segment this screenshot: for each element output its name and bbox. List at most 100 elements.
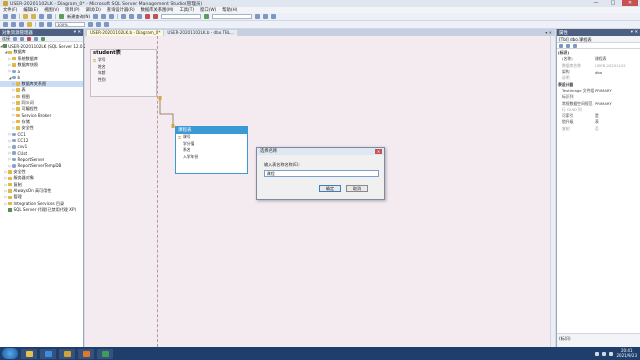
property-object-selector[interactable]: [Tbl] dbo.课程表 — [557, 36, 640, 43]
folder-icon — [16, 107, 20, 111]
pin-icon[interactable]: ▾ ✕ — [74, 30, 81, 35]
close-tab-icon[interactable]: ▾ ✕ — [545, 30, 552, 35]
property-row[interactable]: 架构 dbo — [557, 69, 640, 75]
property-row[interactable]: 常规数据空间规范 PRIMARY — [557, 100, 640, 107]
undo-icon[interactable] — [145, 14, 151, 19]
object-explorer-header: 对象资源管理器 ▾ ✕ — [0, 29, 83, 36]
new-file-icon[interactable] — [23, 14, 28, 19]
redo-icon[interactable] — [153, 14, 159, 19]
folder-icon — [8, 50, 12, 55]
disconnect-icon[interactable] — [20, 36, 24, 41]
paste-icon[interactable] — [137, 14, 143, 19]
new-table-icon[interactable] — [3, 22, 8, 27]
table-name-input[interactable]: 课程 — [264, 170, 379, 177]
dialog-title-bar: 选择名称 ✕ — [257, 148, 384, 155]
primary-key-icon[interactable] — [27, 22, 32, 27]
filter-icon[interactable] — [34, 36, 38, 41]
start-debug-icon[interactable] — [204, 14, 210, 19]
relationship-labels-icon[interactable] — [104, 22, 109, 27]
mdx-query-icon[interactable] — [109, 14, 115, 19]
taskbar-app-explorer[interactable] — [21, 348, 37, 359]
toolbox-icon[interactable] — [271, 14, 277, 19]
folder-icon — [16, 119, 20, 124]
relationship-connector[interactable] — [155, 96, 185, 130]
vertical-scrollbar[interactable] — [550, 36, 555, 347]
property-row[interactable]: 复制否 — [557, 126, 640, 132]
page-breaks-icon[interactable] — [96, 22, 101, 27]
standard-toolbar: 新建查询(N) — [0, 13, 640, 21]
student-table-box[interactable]: student表 ⚿ 学号 姓名 年龄 性别 — [90, 49, 157, 97]
flag-icon[interactable] — [609, 351, 614, 356]
windows-taskbar: 20:41 2021/9/23 — [0, 347, 640, 360]
ok-button[interactable]: 确定 — [319, 185, 341, 192]
open-folder-icon[interactable] — [31, 14, 36, 19]
save-icon[interactable] — [39, 14, 44, 19]
folder-icon — [25, 350, 33, 357]
refresh-icon[interactable] — [41, 36, 45, 41]
tree-node-sql-agent[interactable]: SQL Server 代理(已禁用代理 XP) — [0, 207, 83, 213]
arrange-tables-icon[interactable] — [88, 22, 93, 27]
stop-icon[interactable] — [27, 36, 31, 41]
folder-icon — [12, 56, 16, 61]
property-pages-icon[interactable] — [573, 43, 577, 48]
folder-icon — [8, 176, 12, 181]
connect-icon[interactable] — [13, 36, 17, 41]
property-row[interactable]: 可索引是 — [557, 113, 640, 119]
taskbar-app-ssms[interactable] — [59, 348, 75, 359]
ssms-app-icon — [63, 350, 71, 357]
db-query-icon[interactable] — [93, 14, 99, 19]
diagram-toolbar: 100% — [0, 21, 640, 29]
table-column-row[interactable]: 性别 — [91, 77, 156, 84]
taskbar-app-media[interactable] — [78, 348, 94, 359]
text-annotation-icon[interactable] — [39, 22, 44, 27]
cut-icon[interactable] — [121, 14, 127, 19]
search-combo[interactable] — [212, 14, 253, 19]
copy-icon[interactable] — [129, 14, 135, 19]
taskbar-app-video[interactable] — [97, 348, 113, 359]
taskbar-app-ie[interactable] — [40, 348, 56, 359]
table-view-icon[interactable] — [47, 22, 52, 27]
save-all-icon[interactable] — [47, 14, 52, 19]
folder-icon — [16, 94, 20, 99]
properties-window-icon[interactable] — [263, 14, 269, 19]
solution-config-combo[interactable] — [161, 14, 202, 19]
close-button[interactable]: ✕ — [622, 0, 638, 6]
maximize-button[interactable]: □ — [605, 0, 621, 6]
categorized-icon[interactable] — [559, 43, 563, 48]
tree-node-server[interactable]: ◢ USER-20201102LK (SQL Server 12.0.2 — [0, 43, 86, 49]
database-icon — [12, 138, 16, 143]
new-query-button[interactable]: 新建查询(N) — [67, 14, 90, 20]
add-table-icon[interactable] — [11, 22, 16, 27]
ssms-app-icon — [3, 1, 8, 6]
forward-icon[interactable] — [11, 14, 16, 19]
new-table-box[interactable]: 课程表 ⚿ 课号 学分值 系名 入学年份 — [175, 126, 248, 174]
add-related-tables-icon[interactable] — [19, 22, 24, 27]
property-row[interactable]: 数据库名称 USER-20201102 — [557, 63, 640, 69]
properties-header: 属性 ▾ ✕ — [557, 29, 640, 36]
window-title: USER-20201102LK - Diagram_0* - Microsoft… — [10, 1, 203, 7]
folder-icon — [16, 88, 20, 92]
find-icon[interactable] — [255, 14, 261, 19]
property-row[interactable]: TextImage 文件组 PRIMARY — [557, 88, 640, 94]
pin-icon[interactable]: ▾ ✕ — [631, 30, 638, 35]
toolbar-separator — [19, 14, 20, 19]
dialog-title: 选择名称 — [260, 149, 278, 154]
new-table-title: 课程表 — [176, 127, 247, 134]
minimize-button[interactable]: — — [588, 0, 604, 6]
network-icon[interactable] — [595, 351, 600, 356]
connect-button[interactable]: 连接 — [2, 36, 10, 42]
back-icon[interactable] — [3, 14, 8, 19]
clock[interactable]: 20:41 2021/9/23 — [616, 348, 637, 358]
alphabetical-icon[interactable] — [566, 43, 570, 48]
property-row[interactable]: 锁升级表 — [557, 119, 640, 125]
analysis-query-icon[interactable] — [101, 14, 107, 19]
volume-icon[interactable] — [602, 351, 607, 356]
start-button[interactable] — [2, 348, 18, 359]
cancel-button[interactable]: 取消 — [346, 185, 368, 192]
dialog-close-icon[interactable]: ✕ — [375, 149, 382, 154]
property-row[interactable]: (名称) 课程表 — [557, 56, 640, 62]
folder-icon — [8, 201, 12, 206]
zoom-combo[interactable]: 100% — [55, 22, 85, 27]
new-query-icon[interactable] — [59, 14, 64, 19]
table-column-row[interactable]: 入学年份 — [176, 154, 247, 161]
